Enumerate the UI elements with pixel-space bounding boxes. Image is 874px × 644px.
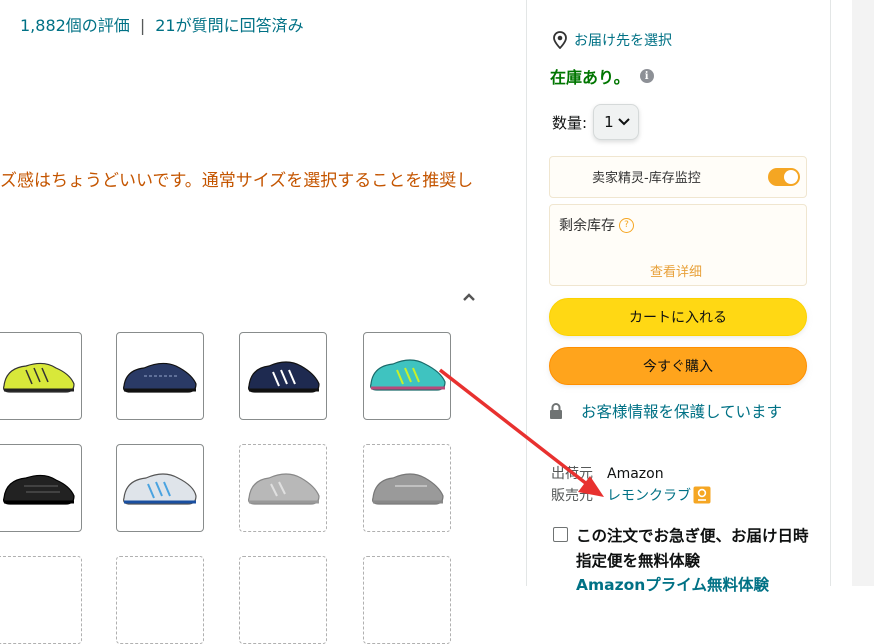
chevron-down-icon <box>618 118 630 126</box>
stock-status: 在庫あり。 <box>550 68 630 87</box>
help-icon[interactable]: ? <box>619 217 634 233</box>
shoe-image <box>3 474 75 505</box>
deliver-to-link[interactable]: お届け先を選択 <box>552 30 672 50</box>
toggle-knob <box>784 170 798 184</box>
seller-link[interactable]: レモンクラブ <box>607 488 691 504</box>
view-details-link[interactable]: 查看详细 <box>650 261 702 280</box>
shoe-image <box>3 362 75 393</box>
variant-thumb-gray-2-unavailable[interactable] <box>363 444 451 532</box>
info-icon[interactable]: i <box>639 69 654 83</box>
availability-row: 在庫あり。 i <box>550 64 654 88</box>
seller-location-badge-icon[interactable] <box>693 486 711 504</box>
add-to-cart-button[interactable]: カートに入れる <box>549 298 807 336</box>
prime-trial-link[interactable]: Amazonプライム無料体験 <box>576 573 769 595</box>
secure-transaction-link[interactable]: お客様情報を保護しています <box>549 399 809 425</box>
remaining-stock-panel: 剩余库存 ? 查看详细 <box>549 204 807 286</box>
shoe-image <box>123 473 197 505</box>
shoe-image <box>370 359 446 391</box>
column-divider <box>830 0 831 586</box>
variant-thumb-teal[interactable] <box>363 332 451 420</box>
stock-monitor-toggle[interactable] <box>768 168 800 186</box>
variant-thumb-row3-2[interactable] <box>116 556 204 644</box>
variant-thumb-row3-4[interactable] <box>363 556 451 644</box>
variant-thumb-row3-3[interactable] <box>239 556 327 644</box>
variant-thumb-white-blue[interactable] <box>116 444 204 532</box>
quantity-dropdown[interactable]: 1 <box>593 104 640 140</box>
remaining-stock-header: 剩余库存 ? <box>559 215 634 235</box>
buy-now-button[interactable]: 今すぐ購入 <box>549 347 807 385</box>
shoe-image <box>372 473 444 505</box>
shoe-image <box>248 361 320 393</box>
seller-info: 出荷元 Amazon 販売元 レモンクラブ <box>551 463 711 507</box>
variant-thumb-row3-1[interactable] <box>0 556 82 644</box>
answered-questions-link[interactable]: 21が質問に回答済み <box>155 16 303 35</box>
variant-thumb-gray-unavailable[interactable] <box>239 444 327 532</box>
quantity-label: 数量: <box>552 113 588 132</box>
variant-thumb-navy[interactable] <box>116 332 204 420</box>
prime-trial-text: この注文でお急ぎ便、お届け日時指定便を無料体験 <box>576 527 809 570</box>
stock-monitor-label: 卖家精灵-库存监控 <box>592 171 701 186</box>
page-gutter <box>852 0 874 586</box>
rating-summary: 1,882個の評価 | 21が質問に回答済み <box>20 12 304 36</box>
variant-thumb-black[interactable] <box>0 444 82 532</box>
quantity-row: 数量: 1 <box>552 104 640 140</box>
variant-thumb-yellow[interactable] <box>0 332 82 420</box>
chevron-up-icon[interactable] <box>461 290 477 304</box>
stock-monitor-panel: 卖家精灵-库存监控 <box>549 156 807 198</box>
deliver-to-label: お届け先を選択 <box>574 33 672 49</box>
remaining-stock-label: 剩余库存 <box>559 218 615 234</box>
lock-icon <box>550 403 562 419</box>
shipper-label: 出荷元 <box>551 466 593 482</box>
secure-transaction-text: お客様情報を保護しています <box>581 403 783 421</box>
column-divider <box>526 0 527 586</box>
size-advice-text: ズ感はちょうどいいです。通常サイズを選択することを推奨し <box>0 171 474 191</box>
variant-thumb-navy-white[interactable] <box>239 332 327 420</box>
seller-row: 販売元 レモンクラブ <box>551 485 711 507</box>
quantity-value: 1 <box>604 113 614 131</box>
location-pin-icon <box>553 31 567 49</box>
shoe-image <box>123 362 197 393</box>
shipper-value: Amazon <box>607 466 664 482</box>
shipper-row: 出荷元 Amazon <box>551 463 711 485</box>
prime-trial-checkbox[interactable] <box>553 527 568 542</box>
seller-label: 販売元 <box>551 488 593 504</box>
rating-separator: | <box>139 16 146 35</box>
shoe-image <box>248 473 320 505</box>
ratings-count-link[interactable]: 1,882個の評価 <box>20 16 130 35</box>
